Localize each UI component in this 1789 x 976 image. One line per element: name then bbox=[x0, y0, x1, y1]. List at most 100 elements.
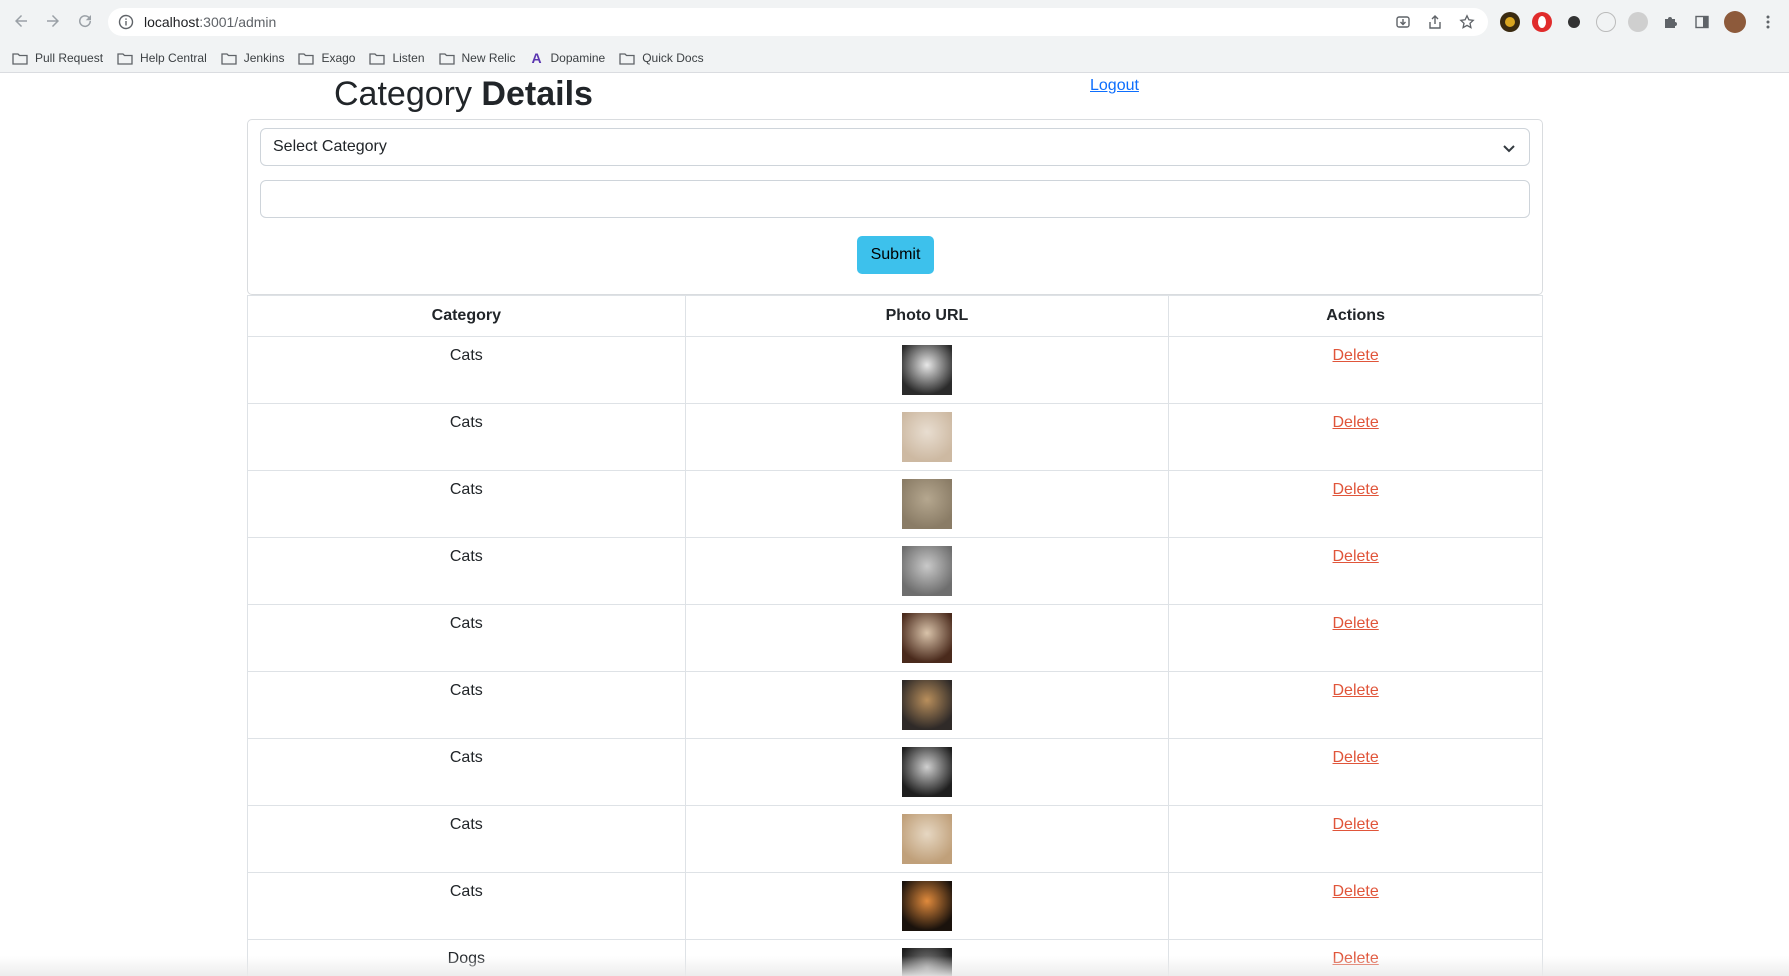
table-row: Cats Delete bbox=[247, 805, 1543, 873]
delete-link[interactable]: Delete bbox=[1333, 816, 1379, 833]
delete-link[interactable]: Delete bbox=[1333, 414, 1379, 431]
photo-cell bbox=[684, 537, 1170, 605]
page-title-bold: Details bbox=[481, 75, 593, 113]
delete-link[interactable]: Delete bbox=[1333, 548, 1379, 565]
bookmark-pull-request[interactable]: Pull Request bbox=[12, 51, 103, 65]
page-title-regular: Category bbox=[334, 75, 472, 113]
bookmark-label: Dopamine bbox=[550, 51, 606, 65]
header-category: Category bbox=[247, 295, 686, 337]
actions-cell: Delete bbox=[1168, 537, 1543, 605]
delete-link[interactable]: Delete bbox=[1333, 481, 1379, 498]
url-path: :3001/admin bbox=[199, 14, 277, 30]
category-form: Select Category Submit bbox=[247, 119, 1543, 295]
extension-ball-icon[interactable] bbox=[1564, 12, 1584, 32]
back-button[interactable] bbox=[10, 10, 32, 32]
url-host: localhost bbox=[144, 14, 200, 30]
address-bar[interactable]: localhost:3001/admin bbox=[108, 8, 1488, 36]
delete-link[interactable]: Delete bbox=[1333, 749, 1379, 766]
header-photo-url: Photo URL bbox=[684, 295, 1170, 337]
bookmark-listen[interactable]: Listen bbox=[369, 51, 425, 65]
photo-cell bbox=[684, 671, 1170, 739]
bookmark-label: New Relic bbox=[461, 51, 516, 65]
bookmark-exago[interactable]: Exago bbox=[298, 51, 355, 65]
actions-cell: Delete bbox=[1168, 738, 1543, 806]
photo-thumbnail bbox=[901, 546, 952, 596]
logout-link[interactable]: Logout bbox=[1090, 77, 1139, 95]
delete-link[interactable]: Delete bbox=[1333, 615, 1379, 632]
folder-icon bbox=[12, 52, 28, 65]
arrow-left-icon bbox=[15, 15, 27, 27]
actions-cell: Delete bbox=[1168, 671, 1543, 739]
profile-avatar[interactable] bbox=[1724, 11, 1746, 33]
category-select[interactable]: Select Category bbox=[260, 128, 1530, 166]
bookmark-new-relic[interactable]: New Relic bbox=[438, 51, 516, 65]
folder-icon bbox=[619, 52, 635, 65]
install-app-icon[interactable] bbox=[1394, 13, 1412, 31]
kebab-menu-icon[interactable] bbox=[1758, 12, 1778, 32]
table-row: Cats Delete bbox=[247, 336, 1543, 404]
category-cell: Cats bbox=[247, 872, 686, 940]
photo-thumbnail bbox=[901, 412, 952, 462]
bookmark-label: Listen bbox=[392, 51, 425, 65]
submit-button[interactable]: Submit bbox=[857, 236, 934, 274]
header-actions: Actions bbox=[1168, 295, 1543, 337]
photo-thumbnail bbox=[901, 613, 952, 663]
photo-thumbnail bbox=[901, 881, 952, 931]
table-row: Cats Delete bbox=[247, 604, 1543, 672]
arrow-right-icon bbox=[47, 15, 59, 27]
category-table: Category Photo URL Actions Cats Delete Cat… bbox=[247, 295, 1543, 976]
table-row: Cats Delete bbox=[247, 671, 1543, 739]
bookmark-quick-docs[interactable]: Quick Docs bbox=[619, 51, 704, 65]
table-row: Cats Delete bbox=[247, 738, 1543, 806]
bookmark-label: Jenkins bbox=[243, 51, 285, 65]
actions-cell: Delete bbox=[1168, 336, 1543, 404]
delete-link[interactable]: Delete bbox=[1333, 883, 1379, 900]
table-header-row: Category Photo URL Actions bbox=[247, 295, 1543, 337]
table-body: Cats Delete Cats Delete Cats Delete Cats Delete… bbox=[247, 336, 1543, 976]
share-icon[interactable] bbox=[1426, 13, 1444, 31]
photo-thumbnail bbox=[901, 680, 952, 730]
photo-url-input[interactable] bbox=[260, 180, 1530, 218]
delete-link[interactable]: Delete bbox=[1333, 347, 1379, 364]
category-cell: Cats bbox=[247, 604, 686, 672]
info-icon[interactable] bbox=[118, 14, 134, 30]
chevron-down-icon bbox=[1503, 145, 1515, 153]
folder-icon bbox=[438, 52, 455, 65]
table-row: Cats Delete bbox=[247, 872, 1543, 940]
bookmarks-bar: Pull Request Help Central Jenkins Exago … bbox=[0, 44, 1789, 72]
actions-cell: Delete bbox=[1168, 872, 1543, 940]
extension-light-icon[interactable] bbox=[1596, 12, 1616, 32]
page-content: Category Details Logout Select Category … bbox=[0, 73, 1789, 976]
category-cell: Cats bbox=[247, 537, 686, 605]
bookmark-dopamine[interactable]: A Dopamine bbox=[530, 50, 606, 66]
page-title: Category Details bbox=[334, 75, 593, 114]
extension-grey-icon[interactable] bbox=[1628, 12, 1648, 32]
url-text[interactable]: localhost:3001/admin bbox=[144, 14, 276, 30]
category-cell: Cats bbox=[247, 805, 686, 873]
category-cell: Cats bbox=[247, 336, 686, 404]
photo-thumbnail bbox=[901, 345, 952, 395]
star-icon[interactable] bbox=[1458, 13, 1476, 31]
delete-link[interactable]: Delete bbox=[1333, 682, 1379, 699]
photo-cell bbox=[684, 604, 1170, 672]
folder-icon bbox=[117, 52, 133, 65]
category-cell: Cats bbox=[247, 403, 686, 471]
reload-button[interactable] bbox=[74, 10, 96, 32]
side-panel-icon[interactable] bbox=[1692, 12, 1712, 32]
bookmark-label: Help Central bbox=[140, 51, 207, 65]
category-cell: Cats bbox=[247, 470, 686, 538]
photo-thumbnail bbox=[901, 747, 952, 797]
actions-cell: Delete bbox=[1168, 604, 1543, 672]
extension-opera-icon[interactable] bbox=[1532, 12, 1552, 32]
extensions-area bbox=[1500, 11, 1778, 33]
extension-gold-icon[interactable] bbox=[1500, 12, 1520, 32]
bookmark-jenkins[interactable]: Jenkins bbox=[221, 51, 285, 65]
folder-icon bbox=[221, 52, 237, 65]
photo-cell bbox=[684, 738, 1170, 806]
forward-button[interactable] bbox=[42, 10, 64, 32]
bookmark-help-central[interactable]: Help Central bbox=[117, 51, 207, 65]
puzzle-icon[interactable] bbox=[1660, 12, 1680, 32]
table-row: Cats Delete bbox=[247, 537, 1543, 605]
browser-chrome: localhost:3001/admin Pull Request Help C… bbox=[0, 0, 1789, 73]
bottom-shadow bbox=[0, 956, 1789, 976]
